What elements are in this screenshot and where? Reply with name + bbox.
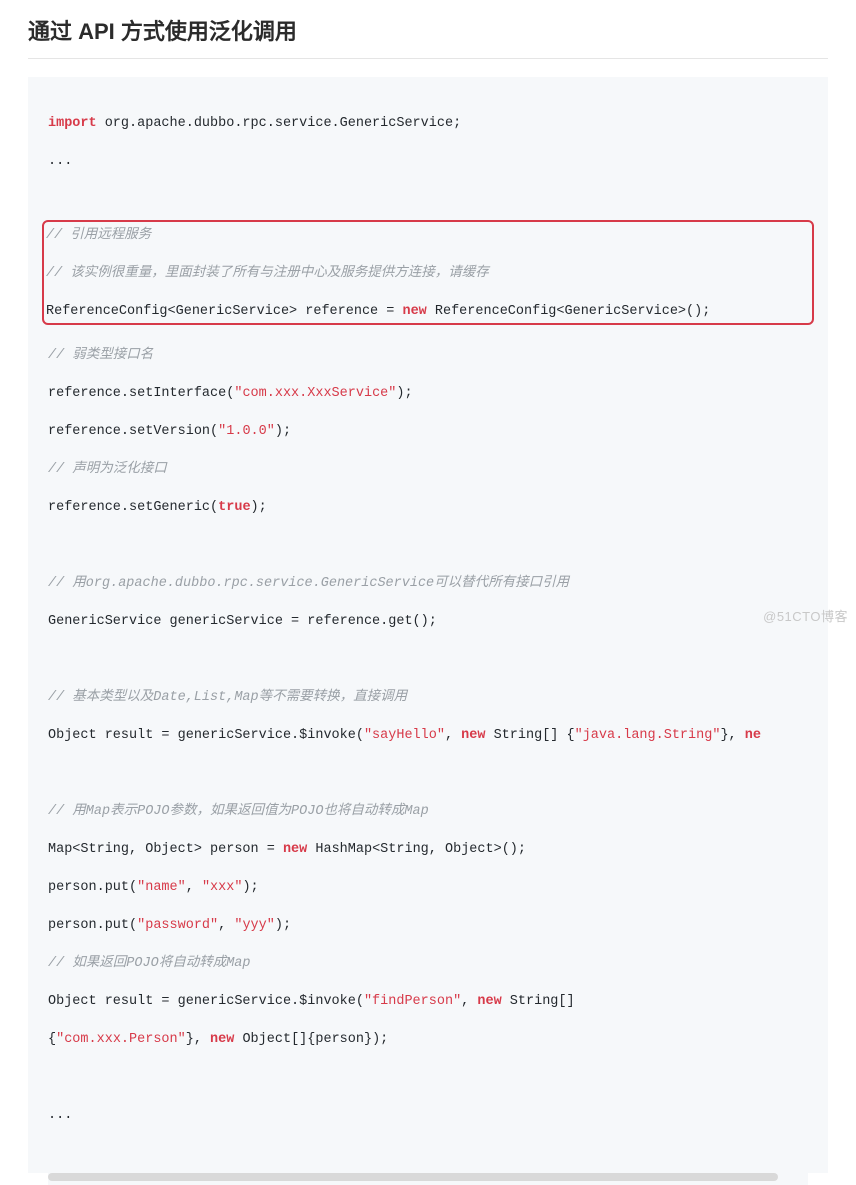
code-text: { [48,1032,56,1047]
highlight-box: // 引用远程服务 // 该实例很重量，里面封装了所有与注册中心及服务提供方连接… [42,220,814,325]
kw-new: new [402,304,426,319]
code-text: ... [48,152,808,171]
code-text: person.put( [48,880,137,895]
kw-import: import [48,116,97,131]
code-text: , [461,994,477,1009]
string: "xxx" [202,880,243,895]
code-text: ); [275,424,291,439]
code-text: reference.setGeneric( [48,500,218,515]
code-text: Map<String, Object> person = [48,842,283,857]
scroll-thumb[interactable] [48,1173,778,1181]
code-text: ... [48,1106,808,1125]
kw-new: new [210,1032,234,1047]
code-text: reference.setInterface( [48,386,234,401]
code-text: Object result = genericService.$invoke( [48,994,364,1009]
code-text: org.apache.dubbo.rpc.service.GenericServ… [97,116,462,131]
code-text: ); [251,500,267,515]
kw-new-cut: ne [745,728,761,743]
string: "password" [137,918,218,933]
blank-line [48,536,808,555]
string: "java.lang.String" [575,728,721,743]
section-heading: 通过 API 方式使用泛化调用 [28,14,828,59]
comment: // 引用远程服务 [46,226,810,245]
comment: // 该实例很重量，里面封装了所有与注册中心及服务提供方连接，请缓存 [46,264,810,283]
horizontal-scrollbar[interactable] [48,1173,808,1185]
code-text: HashMap<String, Object>(); [307,842,526,857]
string: "findPerson" [364,994,461,1009]
comment: // 声明为泛化接口 [48,460,808,479]
code-text: String[] { [485,728,574,743]
code-text: ReferenceConfig<GenericService>(); [427,304,711,319]
blank-line [48,764,808,783]
watermark: @51CTO博客 [763,606,848,625]
code-text: ); [396,386,412,401]
code-text: Object result = genericService.$invoke( [48,728,364,743]
code-text: , [445,728,461,743]
code-text: , [186,880,202,895]
kw-true: true [218,500,250,515]
code-text: person.put( [48,918,137,933]
string: "sayHello" [364,728,445,743]
code-text: Object[]{person}); [234,1032,388,1047]
kw-new: new [477,994,501,1009]
string: "name" [137,880,186,895]
code-text: GenericService genericService = referenc… [48,612,808,631]
blank-line [48,1068,808,1087]
comment: // 弱类型接口名 [48,346,808,365]
code-text: }, [186,1032,210,1047]
string: "1.0.0" [218,424,275,439]
string: "com.xxx.Person" [56,1032,186,1047]
code-text: ReferenceConfig<GenericService> referenc… [46,304,402,319]
string: "com.xxx.XxxService" [234,386,396,401]
comment: // 用org.apache.dubbo.rpc.service.Generic… [48,574,808,593]
comment: // 如果返回POJO将自动转成Map [48,954,808,973]
code-text: , [218,918,234,933]
code-text: ); [242,880,258,895]
comment: // 用Map表示POJO参数，如果返回值为POJO也将自动转成Map [48,802,808,821]
code-text: ); [275,918,291,933]
code-text: String[] [502,994,575,1009]
comment: // 基本类型以及Date,List,Map等不需要转换，直接调用 [48,688,808,707]
blank-line [48,650,808,669]
blank-line [48,190,808,209]
string: "yyy" [234,918,275,933]
code-text: }, [720,728,744,743]
kw-new: new [461,728,485,743]
code-text: reference.setVersion( [48,424,218,439]
kw-new: new [283,842,307,857]
code-block: import org.apache.dubbo.rpc.service.Gene… [28,77,828,1173]
